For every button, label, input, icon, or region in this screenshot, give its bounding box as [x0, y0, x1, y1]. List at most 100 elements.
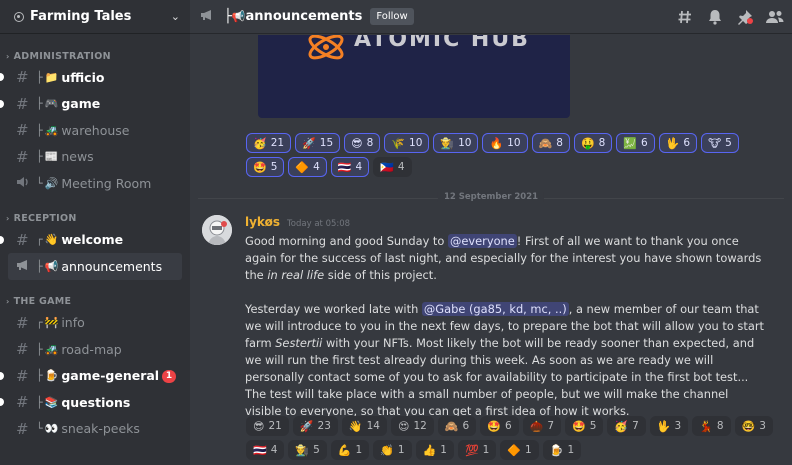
reaction-button[interactable]: 🔶 4: [288, 157, 327, 177]
reaction-count: 1: [397, 444, 405, 456]
server-header[interactable]: Farming Tales ⌄: [0, 0, 190, 34]
channel-emoji: 📢: [44, 259, 59, 273]
megaphone-icon: [16, 257, 36, 275]
reaction-button[interactable]: 💃 8: [692, 416, 731, 436]
mention-user[interactable]: @Gabe (ga85, kd, mc, ..): [421, 302, 569, 316]
message-paragraph: Good morning and good Sunday to @everyon…: [245, 234, 762, 282]
reaction-button[interactable]: 👋 14: [341, 416, 387, 436]
chevron-right-icon: ›: [6, 214, 10, 223]
reaction-button[interactable]: 💪 1: [330, 440, 370, 460]
mention-everyone[interactable]: @everyone: [448, 234, 517, 248]
sidebar-item-warehouse[interactable]: # ├ 🚜 warehouse: [8, 117, 182, 144]
channel-title: ├📢announcements: [224, 9, 363, 24]
reaction-count: 6: [683, 137, 691, 149]
reaction-button[interactable]: 🤩 5: [565, 416, 604, 436]
channel-name: welcome: [61, 232, 124, 248]
reaction-emoji: 💪: [337, 443, 352, 457]
sidebar-item-road-map[interactable]: # ├ 🚜 road-map: [8, 336, 182, 363]
reaction-button[interactable]: 👍 1: [415, 440, 454, 460]
sidebar-item-game-general[interactable]: # ├ 🍺 game-general 1: [0, 363, 182, 390]
unread-indicator: [0, 371, 4, 380]
reaction-button[interactable]: 👏 1: [373, 440, 412, 460]
reaction-count: 15: [319, 137, 334, 149]
reaction-emoji: 👨‍🌾: [295, 443, 310, 457]
reaction-emoji: 🙈: [538, 136, 553, 150]
reaction-button[interactable]: 🇵🇭 4: [373, 157, 412, 177]
sidebar-item-news[interactable]: # ├ 📰 news: [8, 144, 182, 171]
reaction-emoji: 🥳: [614, 419, 629, 433]
channel-emoji: 🚜: [44, 123, 59, 137]
reaction-emoji: 🇹🇭: [337, 160, 352, 174]
sidebar-item-sneak-peeks[interactable]: # └ 👀 sneak-peeks: [8, 416, 182, 443]
reaction-button[interactable]: 🌾 10: [384, 133, 430, 153]
chevron-down-icon[interactable]: ⌄: [171, 10, 180, 23]
reaction-count: 21: [268, 420, 282, 432]
follow-button[interactable]: Follow: [370, 8, 414, 25]
reaction-button[interactable]: 🤩 6: [480, 416, 519, 436]
reaction-button[interactable]: 😎 8: [344, 133, 381, 153]
sidebar-item-game[interactable]: # ├ 🎮 game: [0, 91, 182, 118]
category-header[interactable]: › ADMINISTRATION: [0, 48, 190, 64]
sidebar-item-ufficio[interactable]: # ├ 📁 ufficio: [0, 64, 182, 91]
sidebar-item-welcome[interactable]: # ┌ 👋 welcome: [0, 227, 182, 254]
embed-image[interactable]: ATOMIC HUB: [258, 35, 570, 118]
sidebar-item-info[interactable]: # ┌ 🚧 info: [8, 310, 182, 337]
reaction-button[interactable]: 🤩 5: [246, 157, 285, 177]
reaction-button[interactable]: 🇹🇭 4: [246, 440, 285, 460]
channel-name: questions: [61, 394, 131, 410]
reaction-emoji: 🔶: [295, 160, 310, 174]
reaction-button[interactable]: 🖖 6: [658, 133, 698, 153]
reaction-button[interactable]: 👨‍🌾 10: [433, 133, 479, 153]
reaction-button[interactable]: 🚀 23: [292, 416, 338, 436]
reaction-button[interactable]: 🌰 7: [522, 416, 562, 436]
reaction-button[interactable]: 🥳 21: [246, 133, 292, 153]
message-author[interactable]: lykøs: [245, 215, 280, 229]
reaction-button[interactable]: 💯 1: [457, 440, 497, 460]
reaction-button[interactable]: 😎 21: [246, 416, 289, 436]
reaction-button[interactable]: 🐮 5: [701, 133, 739, 153]
reaction-emoji: 🔶: [507, 443, 522, 457]
pin-icon[interactable]: [736, 8, 754, 26]
category-header[interactable]: › RECEPTION: [0, 211, 190, 227]
reaction-button[interactable]: 🖖 3: [649, 416, 689, 436]
reaction-button[interactable]: 🔶 1: [500, 440, 539, 460]
tree-prefix: └: [36, 422, 43, 436]
channel-emoji: 📚: [44, 395, 59, 409]
sidebar-item-announcements[interactable]: ├ 📢 announcements: [8, 253, 182, 280]
sidebar-item-meeting-room[interactable]: └ 🔊 Meeting Room: [8, 170, 182, 197]
reaction-emoji: 🌰: [529, 419, 544, 433]
bell-icon[interactable]: [706, 8, 724, 26]
reaction-count: 1: [440, 444, 447, 456]
reaction-button[interactable]: 🚀 15: [295, 133, 341, 153]
channel-name: game-general: [61, 368, 160, 384]
reaction-count: 10: [507, 137, 521, 149]
category-header[interactable]: › THE GAME: [0, 294, 190, 310]
reactions-top: 🥳 21 🚀 15 😎 8 🌾 10 👨‍🌾 10 🔥 10 🙈 8 🤑 8 💹 6 🖖 6 🐮 5 🤩 5 🔶 4 🇹🇭 4 🇵🇭 4: [246, 133, 746, 177]
reaction-button[interactable]: 🙈 8: [531, 133, 570, 153]
reaction-button[interactable]: 🤑 8: [573, 133, 613, 153]
reaction-button[interactable]: 🙈 6: [437, 416, 477, 436]
reaction-button[interactable]: 🇹🇭 4: [330, 157, 370, 177]
hash-icon: #: [16, 94, 29, 113]
megaphone-icon: [200, 9, 216, 25]
reaction-emoji: 🌾: [391, 136, 406, 150]
members-icon[interactable]: [766, 8, 784, 26]
reaction-count: 1: [525, 444, 532, 456]
reaction-button[interactable]: 👨‍🌾 5: [288, 440, 327, 460]
reaction-count: 5: [589, 420, 597, 432]
reaction-emoji: 🇹🇭: [253, 443, 267, 457]
reaction-button[interactable]: 🔥 10: [482, 133, 528, 153]
chevron-right-icon: ›: [6, 51, 10, 61]
reaction-button[interactable]: 🤓 3: [734, 416, 773, 436]
reaction-button[interactable]: 🍺 1: [542, 440, 582, 460]
reaction-count: 23: [317, 420, 331, 432]
reaction-button[interactable]: 😍 12: [391, 416, 434, 436]
sidebar-item-questions[interactable]: # ├ 📚 questions: [0, 389, 182, 416]
reaction-count: 1: [482, 444, 490, 456]
reaction-emoji: 🙈: [444, 419, 459, 433]
reaction-button[interactable]: 🥳 7: [607, 416, 646, 436]
threads-icon[interactable]: [676, 8, 694, 26]
channel-emoji: 🚜: [44, 342, 59, 356]
avatar[interactable]: [202, 215, 232, 245]
reaction-button[interactable]: 💹 6: [616, 133, 655, 153]
